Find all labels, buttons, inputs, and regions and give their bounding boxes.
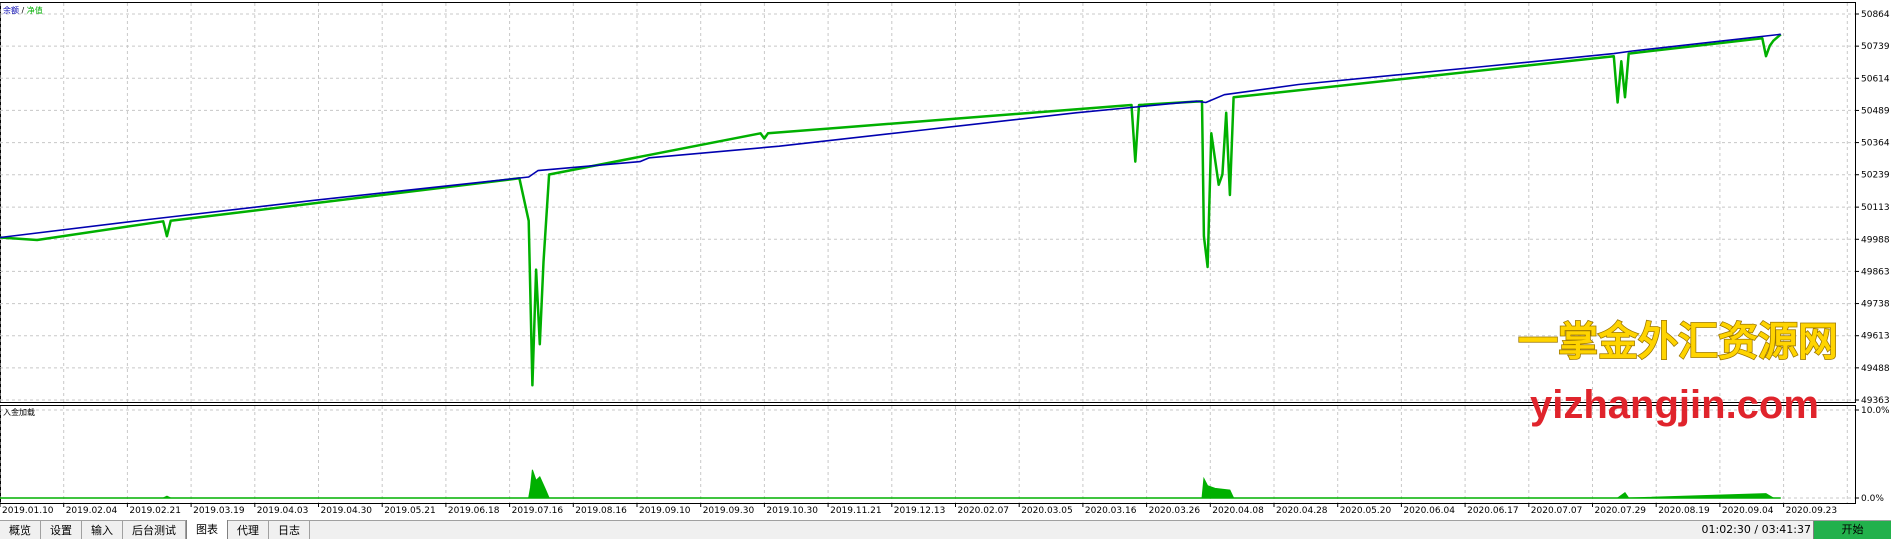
y-tick-label: 49988	[1861, 235, 1890, 245]
tab-strip: 概览 设置 输入 后台测试 图表 代理 日志	[0, 520, 310, 539]
x-tick-label: 2019.08.16	[575, 506, 627, 516]
tab-6[interactable]: 日志	[269, 521, 310, 539]
x-tick-label: 2019.02.21	[129, 506, 181, 516]
x-tick-label: 2020.09.04	[1722, 506, 1774, 516]
x-tick-label: 2020.09.23	[1786, 506, 1838, 516]
y-tick-label: 50239	[1861, 171, 1890, 181]
tab-5[interactable]: 代理	[228, 521, 269, 539]
legend-balance: 余额	[3, 5, 19, 15]
y-tick-label: 0.0%	[1861, 494, 1884, 504]
tab-3[interactable]: 后台测试	[123, 521, 186, 539]
x-tick-label: 2019.02.04	[66, 506, 118, 516]
x-tick-label: 2020.08.19	[1658, 506, 1710, 516]
y-tick-label: 50113	[1861, 203, 1890, 213]
x-tick-label: 2020.06.17	[1467, 506, 1519, 516]
elapsed-time: 01:02:30 / 03:41:37	[1701, 523, 1811, 536]
lower-panel-label: 入金加载	[3, 407, 35, 417]
tab-1[interactable]: 设置	[41, 521, 82, 539]
x-tick-label: 2020.07.29	[1595, 506, 1647, 516]
x-axis: 2019.01.10 2019.02.04 2019.02.21 2019.03.19…	[0, 503, 1837, 516]
lower-y-axis: 10.0% 0.0%	[1855, 406, 1890, 504]
x-tick-label: 2020.07.07	[1531, 506, 1583, 516]
y-tick-label: 49613	[1861, 332, 1890, 342]
legend: 余额 / 净值	[3, 5, 43, 15]
chart-area: 50864 50739 50614 50489 50364 50239 50113 49988…	[0, 2, 1890, 516]
x-tick-label: 2019.07.16	[512, 506, 564, 516]
x-tick-label: 2020.02.07	[958, 506, 1010, 516]
x-tick-label: 2020.03.16	[1085, 506, 1137, 516]
x-tick-label: 2020.03.05	[1021, 506, 1073, 516]
y-tick-label: 50614	[1861, 74, 1890, 84]
y-tick-label: 49363	[1861, 396, 1890, 406]
y-tick-label: 49488	[1861, 364, 1890, 374]
x-tick-label: 2020.03.26	[1149, 506, 1201, 516]
x-tick-label: 2019.01.10	[2, 506, 54, 516]
x-tick-label: 2019.09.30	[703, 506, 755, 516]
x-tick-label: 2019.05.21	[384, 506, 436, 516]
legend-equity: 净值	[27, 5, 43, 15]
legend-separator: /	[19, 6, 27, 15]
x-tick-label: 2019.04.03	[257, 506, 309, 516]
x-tick-label: 2019.03.19	[193, 506, 245, 516]
x-tick-label: 2019.10.30	[766, 506, 818, 516]
x-tick-label: 2019.11.21	[830, 506, 882, 516]
y-tick-label: 49738	[1861, 300, 1890, 310]
x-tick-label: 2020.04.08	[1212, 506, 1264, 516]
x-tick-label: 2019.04.30	[321, 506, 373, 516]
tab-4[interactable]: 图表	[186, 520, 228, 539]
watermark-title: 一掌金外汇资源网	[1518, 319, 1838, 365]
x-tick-label: 2020.06.04	[1403, 506, 1455, 516]
x-tick-label: 2019.09.10	[639, 506, 691, 516]
watermark-url: yizhangjin.com	[1530, 383, 1819, 427]
y-tick-label: 50739	[1861, 42, 1890, 52]
y-tick-label: 50364	[1861, 139, 1890, 149]
tab-2[interactable]: 输入	[82, 521, 123, 539]
y-tick-label: 49863	[1861, 267, 1890, 277]
start-button[interactable]: 开始	[1813, 521, 1891, 539]
y-tick-label: 50489	[1861, 106, 1890, 116]
x-tick-label: 2020.04.28	[1276, 506, 1328, 516]
x-tick-label: 2019.12.13	[894, 506, 946, 516]
main-y-axis: 50864 50739 50614 50489 50364 50239 50113 49988…	[1855, 10, 1890, 406]
y-tick-label: 50864	[1861, 10, 1890, 20]
tab-0[interactable]: 概览	[0, 521, 41, 539]
tester-tab-bar: 概览 设置 输入 后台测试 图表 代理 日志 01:02:30 / 03:41:37 开始	[0, 520, 1891, 539]
y-tick-label: 10.0%	[1861, 406, 1890, 416]
x-tick-label: 2020.05.20	[1340, 506, 1392, 516]
x-tick-label: 2019.06.18	[448, 506, 500, 516]
